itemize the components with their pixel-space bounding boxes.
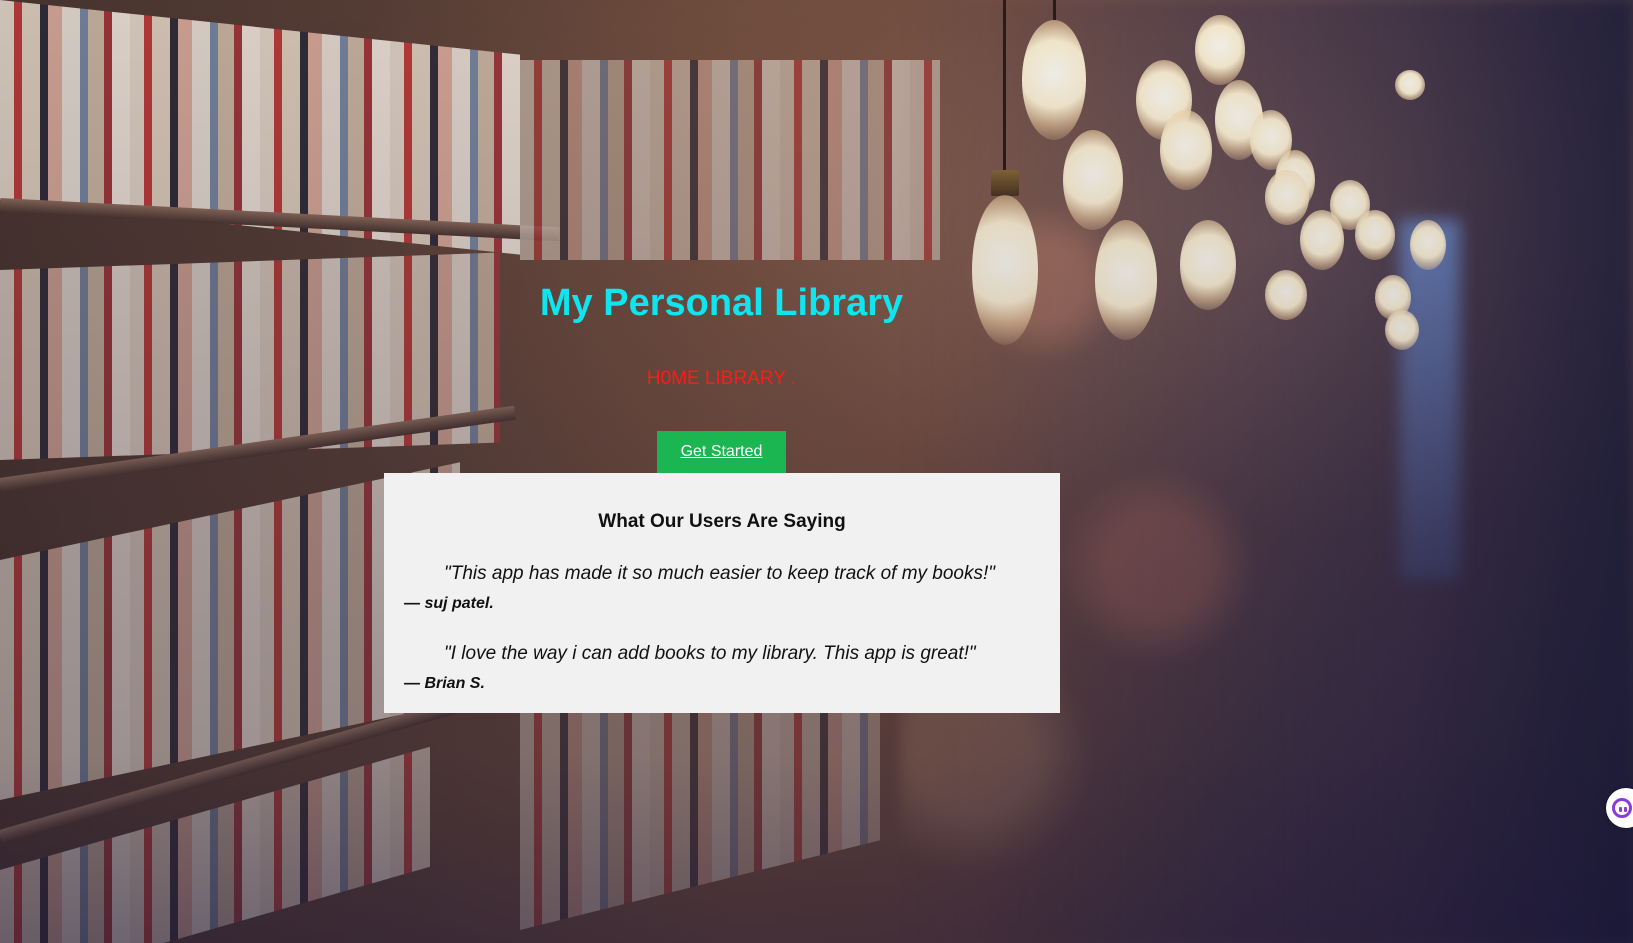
testimonial-author: — Brian S. (404, 675, 485, 692)
chatbot-face-icon (1612, 798, 1632, 818)
get-started-button[interactable]: Get Started (657, 431, 786, 473)
background-library-image (0, 0, 1633, 943)
page-title: My Personal Library (539, 282, 904, 324)
testimonial-author: — suj patel. (404, 595, 494, 612)
testimonials-section: What Our Users Are Saying "This app has … (384, 473, 1060, 713)
testimonial-quote: "I love the way i can add books to my li… (444, 643, 976, 664)
page-subtitle: H0ME LIBRARY . (646, 368, 797, 389)
testimonial-quote: "This app has made it so much easier to … (444, 563, 996, 584)
landing-page: My Personal Library H0ME LIBRARY . Get S… (0, 0, 1633, 943)
testimonials-heading: What Our Users Are Saying (598, 511, 846, 532)
